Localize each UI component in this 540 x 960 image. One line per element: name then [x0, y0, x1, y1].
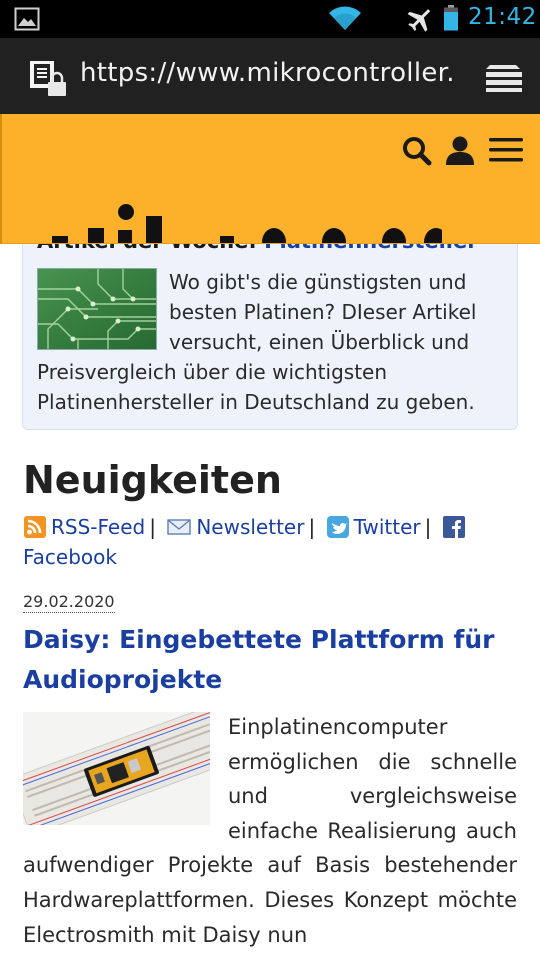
site-logo-graphic	[52, 204, 442, 243]
featured-text-wrap: Wo gibt's die günstigsten und besten Pla…	[37, 267, 507, 417]
user-icon[interactable]	[445, 135, 475, 165]
facebook-link[interactable]: Facebook	[23, 545, 117, 569]
mail-icon[interactable]	[166, 516, 192, 538]
hamburger-menu-icon[interactable]	[489, 137, 523, 163]
news-heading: Neuigkeiten	[23, 458, 282, 502]
airplane-mode-icon	[407, 9, 431, 32]
feed-separator: |	[424, 515, 432, 539]
newsletter-link[interactable]: Newsletter	[196, 515, 304, 539]
tabs-icon[interactable]	[484, 61, 524, 93]
site-lock-icon[interactable]	[28, 60, 70, 98]
battery-icon	[444, 5, 458, 31]
rss-icon[interactable]	[23, 516, 47, 538]
search-icon[interactable]	[402, 136, 432, 166]
rss-feed-link[interactable]: RSS-Feed	[51, 515, 145, 539]
feed-separator: |	[308, 515, 316, 539]
status-clock: 21:42	[468, 4, 537, 30]
site-header	[0, 114, 540, 244]
post-date: 29.02.2020	[23, 592, 115, 613]
facebook-icon[interactable]	[442, 516, 466, 538]
status-bar: 21:42	[0, 0, 540, 38]
thumbnail-spacer	[37, 267, 169, 357]
browser-url-bar[interactable]: https://www.mikrocontroller.ne	[0, 38, 540, 114]
wifi-icon	[329, 6, 361, 30]
url-text[interactable]: https://www.mikrocontroller.ne	[80, 58, 456, 96]
post-image-spacer	[23, 710, 228, 840]
twitter-link[interactable]: Twitter	[354, 515, 421, 539]
feed-separator: |	[149, 515, 156, 539]
site-logo[interactable]	[42, 202, 442, 243]
twitter-icon[interactable]	[326, 516, 350, 538]
post-body-wrap: Einplatinencomputer ermöglichen die schn…	[23, 710, 517, 952]
post-title-link[interactable]: Daisy: Eingebettete Plattform für Audiop…	[23, 620, 518, 700]
feed-links: RSS-Feed | Newsletter | Twitter | Facebook	[23, 512, 523, 572]
gallery-icon	[14, 7, 40, 31]
